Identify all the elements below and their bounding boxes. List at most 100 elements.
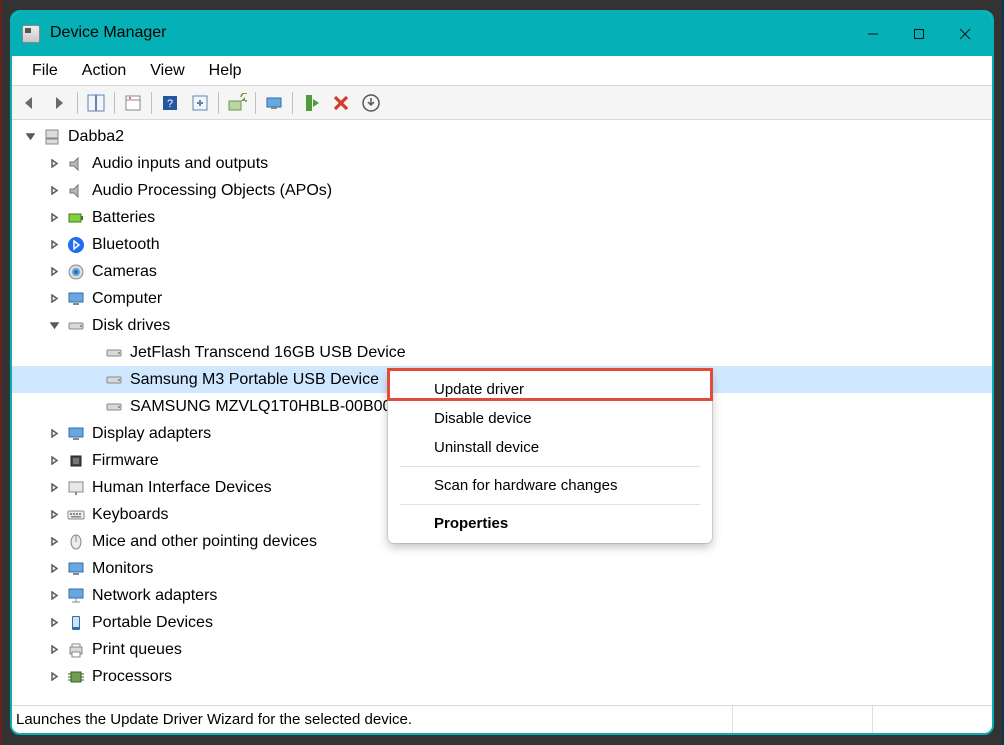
help-button[interactable]: ?: [155, 90, 185, 116]
speaker-icon: [66, 154, 86, 174]
disk-icon: [66, 316, 86, 336]
context-menu-item[interactable]: Scan for hardware changes: [388, 471, 712, 500]
monitor-icon: [66, 289, 86, 309]
tree-category[interactable]: Computer: [12, 285, 992, 312]
network-icon: [66, 586, 86, 606]
context-menu-separator: [400, 466, 700, 467]
mouse-icon: [66, 532, 86, 552]
uninstall-device-button[interactable]: [326, 90, 356, 116]
show-hide-tree-button[interactable]: [81, 90, 111, 116]
expand-icon[interactable]: [46, 453, 62, 469]
menu-view[interactable]: View: [138, 56, 196, 85]
statusbar-text: Launches the Update Driver Wizard for th…: [16, 711, 412, 728]
expand-icon[interactable]: [46, 615, 62, 631]
tree-category-label: Processors: [92, 668, 172, 686]
tree-category[interactable]: Portable Devices: [12, 609, 992, 636]
expand-icon[interactable]: [46, 291, 62, 307]
menu-action[interactable]: Action: [70, 56, 138, 85]
expand-icon[interactable]: [46, 318, 62, 334]
menu-help[interactable]: Help: [197, 56, 254, 85]
tree-category-label: Network adapters: [92, 587, 217, 605]
close-button[interactable]: [942, 18, 988, 50]
expand-icon[interactable]: [46, 669, 62, 685]
menu-file[interactable]: File: [20, 56, 70, 85]
chip-icon: [66, 451, 86, 471]
context-menu-item[interactable]: Update driver: [388, 375, 712, 404]
battery-icon: [66, 208, 86, 228]
tree-category[interactable]: Disk drives: [12, 312, 992, 339]
expand-icon[interactable]: [46, 642, 62, 658]
tree-category[interactable]: Network adapters: [12, 582, 992, 609]
context-menu-item[interactable]: Properties: [388, 509, 712, 538]
tree-category-label: Batteries: [92, 209, 155, 227]
tree-category-label: Audio inputs and outputs: [92, 155, 268, 173]
tree-category-label: Monitors: [92, 560, 153, 578]
cpu-icon: [66, 667, 86, 687]
expand-icon[interactable]: [46, 588, 62, 604]
context-menu-item[interactable]: Uninstall device: [388, 433, 712, 462]
expand-icon[interactable]: [46, 561, 62, 577]
titlebar[interactable]: Device Manager: [12, 12, 992, 56]
tree-category[interactable]: Bluetooth: [12, 231, 992, 258]
tree-category-label: Bluetooth: [92, 236, 160, 254]
expand-icon[interactable]: [46, 426, 62, 442]
scan-hardware-button[interactable]: [259, 90, 289, 116]
hid-icon: [66, 478, 86, 498]
tree-category[interactable]: Cameras: [12, 258, 992, 285]
toolbar: ?: [12, 86, 992, 120]
disk-icon: [104, 343, 124, 363]
disable-device-button[interactable]: [356, 90, 386, 116]
expand-icon[interactable]: [22, 129, 38, 145]
expand-icon[interactable]: [46, 210, 62, 226]
back-button[interactable]: [14, 90, 44, 116]
forward-button[interactable]: [44, 90, 74, 116]
tree-category[interactable]: Monitors: [12, 555, 992, 582]
tree-category-label: Portable Devices: [92, 614, 213, 632]
tree-category-label: Mice and other pointing devices: [92, 533, 317, 551]
computer-icon: [42, 127, 62, 147]
expand-icon[interactable]: [46, 264, 62, 280]
device-manager-window: Device Manager File Action View Help: [10, 10, 994, 735]
properties-button[interactable]: [118, 90, 148, 116]
context-menu-separator: [400, 504, 700, 505]
tree-category[interactable]: Batteries: [12, 204, 992, 231]
tree-category-label: Firmware: [92, 452, 159, 470]
enable-device-button[interactable]: [296, 90, 326, 116]
app-icon: [22, 25, 40, 43]
tree-device-label: SAMSUNG MZVLQ1T0HBLB-00B00: [130, 398, 391, 416]
expand-icon[interactable]: [46, 183, 62, 199]
bluetooth-icon: [66, 235, 86, 255]
speaker-icon: [66, 181, 86, 201]
tree-category-label: Computer: [92, 290, 162, 308]
tree-device[interactable]: JetFlash Transcend 16GB USB Device: [12, 339, 992, 366]
tree-category[interactable]: Audio Processing Objects (APOs): [12, 177, 992, 204]
monitor-icon: [66, 559, 86, 579]
expand-icon[interactable]: [46, 156, 62, 172]
tree-category[interactable]: Audio inputs and outputs: [12, 150, 992, 177]
tree-category[interactable]: Print queues: [12, 636, 992, 663]
update-driver-button[interactable]: [222, 90, 252, 116]
context-menu-item[interactable]: Disable device: [388, 404, 712, 433]
expand-icon[interactable]: [46, 237, 62, 253]
tree-category-label: Keyboards: [92, 506, 169, 524]
action-button[interactable]: [185, 90, 215, 116]
tree-category-label: Display adapters: [92, 425, 211, 443]
maximize-button[interactable]: [896, 18, 942, 50]
disk-icon: [104, 370, 124, 390]
expand-icon[interactable]: [46, 507, 62, 523]
tree-category-label: Cameras: [92, 263, 157, 281]
expand-icon[interactable]: [46, 480, 62, 496]
tree-category[interactable]: Processors: [12, 663, 992, 690]
minimize-button[interactable]: [850, 18, 896, 50]
keyboard-icon: [66, 505, 86, 525]
tree-device-label: Samsung M3 Portable USB Device: [130, 371, 379, 389]
tree-root[interactable]: Dabba2: [12, 123, 992, 150]
tree-root-label: Dabba2: [68, 128, 124, 146]
expand-icon[interactable]: [46, 534, 62, 550]
tree-category-label: Disk drives: [92, 317, 170, 335]
tree-category-label: Human Interface Devices: [92, 479, 272, 497]
tree-category-label: Print queues: [92, 641, 182, 659]
svg-text:?: ?: [167, 98, 173, 110]
monitor-icon: [66, 424, 86, 444]
menubar: File Action View Help: [12, 56, 992, 86]
